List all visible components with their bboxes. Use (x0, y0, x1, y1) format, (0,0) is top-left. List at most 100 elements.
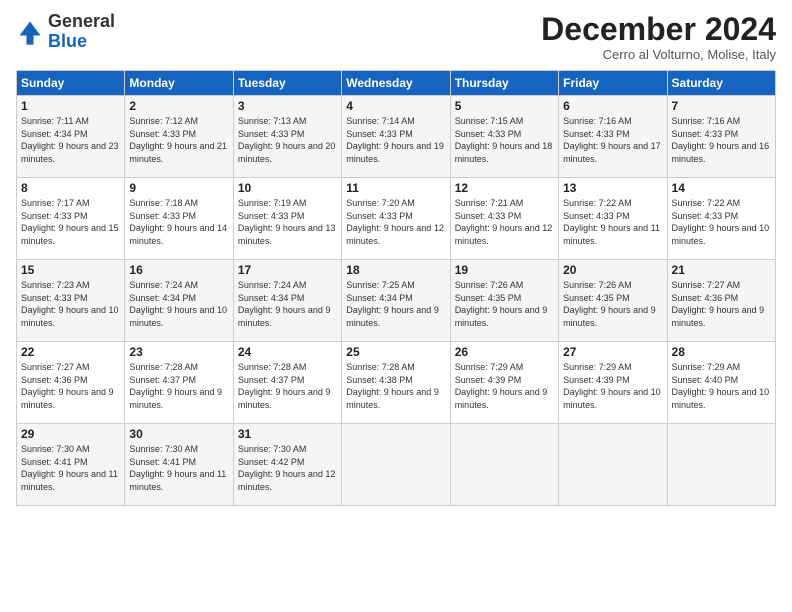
calendar-cell: 2Sunrise: 7:12 AMSunset: 4:33 PMDaylight… (125, 96, 233, 178)
day-info: Sunrise: 7:24 AMSunset: 4:34 PMDaylight:… (129, 279, 228, 329)
day-info: Sunrise: 7:29 AMSunset: 4:39 PMDaylight:… (563, 361, 662, 411)
calendar-cell: 3Sunrise: 7:13 AMSunset: 4:33 PMDaylight… (233, 96, 341, 178)
calendar-cell: 31Sunrise: 7:30 AMSunset: 4:42 PMDayligh… (233, 424, 341, 506)
day-number: 12 (455, 181, 554, 195)
day-info: Sunrise: 7:14 AMSunset: 4:33 PMDaylight:… (346, 115, 445, 165)
day-number: 3 (238, 99, 337, 113)
day-number: 24 (238, 345, 337, 359)
day-number: 6 (563, 99, 662, 113)
day-number: 18 (346, 263, 445, 277)
calendar-cell: 23 Sunrise: 7:28 AMSunset: 4:37 PMDayligh… (125, 342, 233, 424)
day-number: 4 (346, 99, 445, 113)
day-number: 5 (455, 99, 554, 113)
calendar-week-4: 22Sunrise: 7:27 AMSunset: 4:36 PMDayligh… (17, 342, 776, 424)
day-info: Sunrise: 7:18 AMSunset: 4:33 PMDaylight:… (129, 197, 228, 247)
day-of-week-saturday: Saturday (667, 71, 775, 96)
calendar-week-1: 1Sunrise: 7:11 AMSunset: 4:34 PMDaylight… (17, 96, 776, 178)
day-info: Sunrise: 7:15 AMSunset: 4:33 PMDaylight:… (455, 115, 554, 165)
day-number: 30 (129, 427, 228, 441)
calendar-week-2: 8 Sunrise: 7:17 AMSunset: 4:33 PMDaylight… (17, 178, 776, 260)
day-info: Sunrise: 7:24 AMSunset: 4:34 PMDaylight:… (238, 279, 337, 329)
day-info: Sunrise: 7:16 AMSunset: 4:33 PMDaylight:… (672, 115, 771, 165)
day-number: 25 (346, 345, 445, 359)
calendar-cell: 29 Sunrise: 7:30 AMSunset: 4:41 PMDayligh… (17, 424, 125, 506)
day-info: Sunrise: 7:26 AMSunset: 4:35 PMDaylight:… (455, 279, 554, 329)
day-number: 20 (563, 263, 662, 277)
day-of-week-thursday: Thursday (450, 71, 558, 96)
calendar-cell: 30 Sunrise: 7:30 AMSunset: 4:41 PMDayligh… (125, 424, 233, 506)
day-number: 27 (563, 345, 662, 359)
calendar-cell: 17 Sunrise: 7:24 AMSunset: 4:34 PMDayligh… (233, 260, 341, 342)
day-info: Sunrise: 7:30 AMSunset: 4:42 PMDaylight:… (238, 443, 337, 493)
day-number: 17 (238, 263, 337, 277)
calendar-cell: 7 Sunrise: 7:16 AMSunset: 4:33 PMDaylight… (667, 96, 775, 178)
day-info: Sunrise: 7:26 AMSunset: 4:35 PMDaylight:… (563, 279, 662, 329)
day-info: Sunrise: 7:21 AMSunset: 4:33 PMDaylight:… (455, 197, 554, 247)
day-number: 7 (672, 99, 771, 113)
location: Cerro al Volturno, Molise, Italy (541, 47, 776, 62)
calendar-cell (559, 424, 667, 506)
day-number: 14 (672, 181, 771, 195)
day-info: Sunrise: 7:20 AMSunset: 4:33 PMDaylight:… (346, 197, 445, 247)
calendar-cell: 25 Sunrise: 7:28 AMSunset: 4:38 PMDayligh… (342, 342, 450, 424)
day-info: Sunrise: 7:27 AMSunset: 4:36 PMDaylight:… (672, 279, 771, 329)
calendar-cell: 12 Sunrise: 7:21 AMSunset: 4:33 PMDayligh… (450, 178, 558, 260)
calendar-cell: 28 Sunrise: 7:29 AMSunset: 4:40 PMDayligh… (667, 342, 775, 424)
day-info: Sunrise: 7:19 AMSunset: 4:33 PMDaylight:… (238, 197, 337, 247)
day-number: 9 (129, 181, 228, 195)
calendar-cell: 15Sunrise: 7:23 AMSunset: 4:33 PMDayligh… (17, 260, 125, 342)
calendar-cell: 27 Sunrise: 7:29 AMSunset: 4:39 PMDayligh… (559, 342, 667, 424)
day-number: 16 (129, 263, 228, 277)
day-number: 19 (455, 263, 554, 277)
day-number: 15 (21, 263, 120, 277)
day-number: 23 (129, 345, 228, 359)
day-info: Sunrise: 7:29 AMSunset: 4:39 PMDaylight:… (455, 361, 554, 411)
day-info: Sunrise: 7:30 AMSunset: 4:41 PMDaylight:… (21, 443, 120, 493)
calendar-cell: 5 Sunrise: 7:15 AMSunset: 4:33 PMDaylight… (450, 96, 558, 178)
day-number: 13 (563, 181, 662, 195)
day-info: Sunrise: 7:11 AMSunset: 4:34 PMDaylight:… (21, 115, 120, 165)
day-number: 26 (455, 345, 554, 359)
calendar-cell: 4 Sunrise: 7:14 AMSunset: 4:33 PMDaylight… (342, 96, 450, 178)
day-of-week-tuesday: Tuesday (233, 71, 341, 96)
day-info: Sunrise: 7:27 AMSunset: 4:36 PMDaylight:… (21, 361, 120, 411)
day-info: Sunrise: 7:16 AMSunset: 4:33 PMDaylight:… (563, 115, 662, 165)
day-number: 10 (238, 181, 337, 195)
calendar-cell: 20 Sunrise: 7:26 AMSunset: 4:35 PMDayligh… (559, 260, 667, 342)
day-info: Sunrise: 7:28 AMSunset: 4:37 PMDaylight:… (129, 361, 228, 411)
logo-icon (16, 18, 44, 46)
calendar-cell: 6 Sunrise: 7:16 AMSunset: 4:33 PMDaylight… (559, 96, 667, 178)
day-number: 8 (21, 181, 120, 195)
calendar-cell: 10 Sunrise: 7:19 AMSunset: 4:33 PMDayligh… (233, 178, 341, 260)
day-info: Sunrise: 7:29 AMSunset: 4:40 PMDaylight:… (672, 361, 771, 411)
calendar-header-row: SundayMondayTuesdayWednesdayThursdayFrid… (17, 71, 776, 96)
day-number: 11 (346, 181, 445, 195)
calendar-cell: 11 Sunrise: 7:20 AMSunset: 4:33 PMDayligh… (342, 178, 450, 260)
logo-blue: Blue (48, 32, 115, 52)
day-number: 29 (21, 427, 120, 441)
day-info: Sunrise: 7:28 AMSunset: 4:38 PMDaylight:… (346, 361, 445, 411)
calendar-cell (667, 424, 775, 506)
calendar-cell: 21 Sunrise: 7:27 AMSunset: 4:36 PMDayligh… (667, 260, 775, 342)
day-of-week-sunday: Sunday (17, 71, 125, 96)
day-of-week-monday: Monday (125, 71, 233, 96)
logo: General Blue (16, 12, 115, 52)
logo-general: General (48, 12, 115, 32)
calendar-cell: 18Sunrise: 7:25 AMSunset: 4:34 PMDayligh… (342, 260, 450, 342)
calendar-cell: 22Sunrise: 7:27 AMSunset: 4:36 PMDayligh… (17, 342, 125, 424)
calendar-week-3: 15Sunrise: 7:23 AMSunset: 4:33 PMDayligh… (17, 260, 776, 342)
day-info: Sunrise: 7:30 AMSunset: 4:41 PMDaylight:… (129, 443, 228, 493)
month-title: December 2024 (541, 12, 776, 47)
calendar-cell: 9 Sunrise: 7:18 AMSunset: 4:33 PMDaylight… (125, 178, 233, 260)
day-of-week-friday: Friday (559, 71, 667, 96)
day-number: 21 (672, 263, 771, 277)
day-info: Sunrise: 7:22 AMSunset: 4:33 PMDaylight:… (672, 197, 771, 247)
day-number: 28 (672, 345, 771, 359)
calendar-cell: 19 Sunrise: 7:26 AMSunset: 4:35 PMDayligh… (450, 260, 558, 342)
calendar-cell: 24 Sunrise: 7:28 AMSunset: 4:37 PMDayligh… (233, 342, 341, 424)
calendar-cell: 14 Sunrise: 7:22 AMSunset: 4:33 PMDayligh… (667, 178, 775, 260)
logo-text: General Blue (48, 12, 115, 52)
day-info: Sunrise: 7:28 AMSunset: 4:37 PMDaylight:… (238, 361, 337, 411)
page: General Blue December 2024 Cerro al Volt… (0, 0, 792, 612)
day-info: Sunrise: 7:17 AMSunset: 4:33 PMDaylight:… (21, 197, 120, 247)
